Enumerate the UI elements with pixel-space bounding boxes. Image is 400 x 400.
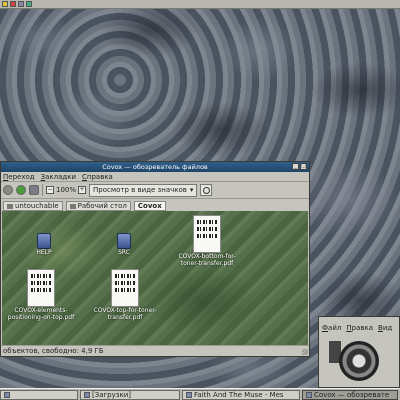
app-icon (4, 392, 10, 398)
reload-icon[interactable] (16, 185, 26, 195)
search-icon (202, 186, 210, 194)
menu-view[interactable]: Вид (378, 324, 392, 332)
folder-icon (37, 233, 51, 249)
minimize-button[interactable]: _ (292, 163, 299, 170)
taskbar-item-covox[interactable]: Covox — обозревате (302, 390, 398, 400)
zoom-level: 100% (56, 186, 77, 194)
menubar: Переход Закладки Справка (1, 172, 309, 182)
file-view[interactable]: HELP SRC COVOX-bottom-for-toner-transfer… (2, 211, 308, 345)
folder-icon (306, 392, 312, 398)
launcher-icon[interactable] (2, 1, 8, 7)
menu-file[interactable]: Файл (322, 324, 341, 332)
taskbar-item-downloads[interactable]: [Загрузки] (80, 390, 180, 400)
computer-icon[interactable] (29, 185, 39, 195)
media-menubar: Файл Правка Вид (319, 323, 399, 333)
pdf-item-top[interactable]: COVOX-top-for-toner-transfer.pdf (90, 269, 160, 321)
menu-help[interactable]: Справка (82, 173, 113, 181)
status-text: объектов, свободно: 4,9 ГБ (3, 347, 104, 355)
toolbar: − 100% + Просмотр в виде значков ▾ (1, 182, 309, 199)
task-label: Covox — обозревате (314, 391, 390, 399)
media-window: Файл Правка Вид (318, 316, 400, 388)
resize-grip[interactable] (302, 349, 308, 355)
top-panel (0, 0, 400, 9)
file-manager-window: Covox — обозреватель файлов _ □ Переход … (0, 161, 310, 357)
breadcrumb-label: Covox (137, 202, 162, 210)
item-label: SRC (118, 249, 130, 256)
folder-item-src[interactable]: SRC (104, 233, 144, 256)
pdf-file-icon (27, 269, 55, 307)
view-mode-label: Просмотр в виде значков (93, 186, 187, 194)
menu-edit[interactable]: Правка (346, 324, 373, 332)
taskbar-item-music[interactable]: Faith And The Muse - Mes (182, 390, 300, 400)
breadcrumb-label: Рабочий стол (77, 202, 127, 210)
chevron-down-icon: ▾ (189, 186, 194, 194)
desktop-icon (69, 203, 76, 209)
window-title: Covox — обозреватель файлов (102, 163, 208, 171)
speaker-icon (339, 341, 379, 381)
item-label: COVOX-top-for-toner-transfer.pdf (93, 307, 157, 321)
back-icon[interactable] (3, 185, 13, 195)
maximize-button[interactable]: □ (300, 163, 307, 170)
view-mode-select[interactable]: Просмотр в виде значков ▾ (89, 183, 198, 197)
item-label: COVOX-bottom-for-toner-transfer.pdf (178, 253, 236, 267)
editor-launcher-icon[interactable] (26, 1, 32, 7)
browser-launcher-icon[interactable] (10, 1, 16, 7)
zoom-in-icon[interactable]: + (78, 186, 87, 194)
breadcrumb-label: untouchable (15, 202, 59, 210)
pdf-file-icon (111, 269, 139, 307)
breadcrumb-desktop[interactable]: Рабочий стол (65, 201, 131, 211)
breadcrumb-current[interactable]: Covox (133, 201, 166, 211)
folder-item-help[interactable]: HELP (24, 233, 64, 256)
zoom-control[interactable]: − 100% + (46, 186, 87, 194)
pdf-file-icon (193, 215, 221, 253)
music-icon (186, 392, 192, 398)
pdf-item-bottom[interactable]: COVOX-bottom-for-toner-transfer.pdf (172, 215, 242, 267)
pdf-item-positioning[interactable]: COVOX-elements-positioning-on-top.pdf (6, 269, 76, 321)
taskbar-item-placeholder[interactable] (0, 390, 78, 400)
task-label: [Загрузки] (92, 391, 132, 399)
folder-icon (84, 392, 90, 398)
home-icon (7, 203, 13, 209)
zoom-out-icon[interactable]: − (46, 186, 54, 194)
window-titlebar[interactable]: Covox — обозреватель файлов _ □ (1, 162, 309, 172)
item-label: HELP (36, 249, 52, 256)
menu-bookmarks[interactable]: Закладки (41, 173, 76, 181)
terminal-launcher-icon[interactable] (18, 1, 24, 7)
folder-icon (117, 233, 131, 249)
taskbar: [Загрузки] Faith And The Muse - Mes Covo… (0, 388, 400, 400)
toolbar-separator (42, 184, 43, 196)
menu-go[interactable]: Переход (3, 173, 35, 181)
status-bar: объектов, свободно: 4,9 ГБ (1, 345, 309, 356)
item-label: COVOX-elements-positioning-on-top.pdf (7, 307, 75, 321)
task-label: Faith And The Muse - Mes (194, 391, 284, 399)
search-button[interactable] (200, 184, 213, 196)
breadcrumb-home[interactable]: untouchable (3, 201, 63, 211)
